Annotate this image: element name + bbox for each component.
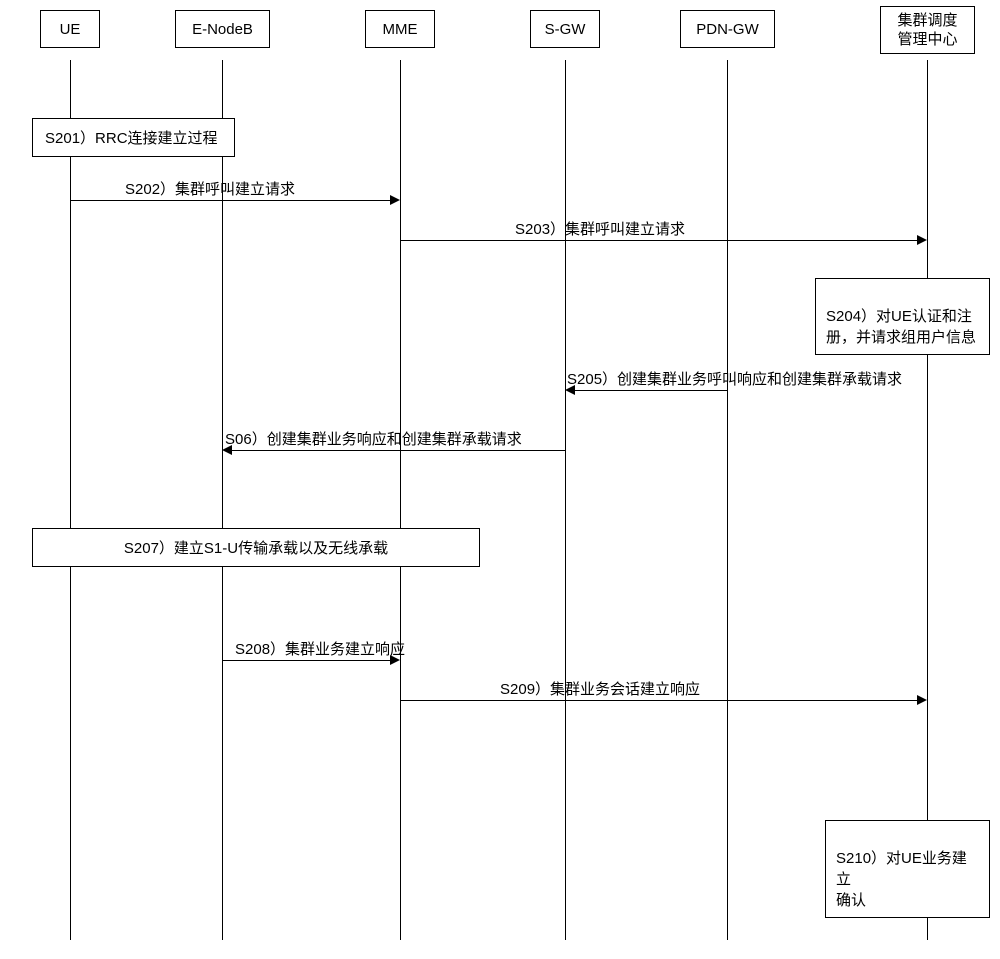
step-s206-label: S06）创建集群业务响应和创建集群承载请求 — [225, 428, 522, 449]
participant-mme: MME — [365, 10, 435, 48]
step-s210-box: S210）对UE业务建立 确认 — [825, 820, 990, 918]
participant-ue: UE — [40, 10, 100, 48]
arrow-s203 — [400, 240, 917, 241]
step-s203-label: S203）集群呼叫建立请求 — [515, 218, 685, 239]
arrow-head-s209 — [917, 695, 927, 705]
lifeline-sgw — [565, 60, 566, 940]
participant-mme-label: MME — [383, 21, 418, 38]
participant-pdngw: PDN-GW — [680, 10, 775, 48]
step-s201-box: S201）RRC连接建立过程 — [32, 118, 235, 157]
arrow-head-s203 — [917, 235, 927, 245]
arrow-head-s202 — [390, 195, 400, 205]
arrow-head-s205 — [565, 385, 575, 395]
arrow-head-s208 — [390, 655, 400, 665]
step-s208-label: S208）集群业务建立响应 — [235, 638, 405, 659]
arrow-s205 — [575, 390, 727, 391]
step-s201-label: S201）RRC连接建立过程 — [45, 130, 218, 147]
participant-sgw-label: S-GW — [545, 21, 586, 38]
participant-sgw: S-GW — [530, 10, 600, 48]
step-s210-label: S210）对UE业务建立 确认 — [836, 850, 967, 909]
step-s204-label: S204）对UE认证和注 册，并请求组用户信息 — [826, 308, 976, 346]
lifeline-ue — [70, 60, 71, 940]
participant-center: 集群调度 管理中心 — [880, 6, 975, 54]
arrow-s208 — [222, 660, 390, 661]
step-s202-label: S202）集群呼叫建立请求 — [125, 178, 295, 199]
step-s205-label: S205）创建集群业务呼叫响应和创建集群承载请求 — [567, 368, 902, 389]
step-s209-label: S209）集群业务会话建立响应 — [500, 678, 700, 699]
participant-ue-label: UE — [60, 21, 81, 38]
participant-center-label: 集群调度 管理中心 — [897, 11, 957, 50]
lifeline-center — [927, 60, 928, 940]
lifeline-mme — [400, 60, 401, 940]
arrow-s202 — [70, 200, 390, 201]
arrow-s209 — [400, 700, 917, 701]
arrow-s206 — [232, 450, 565, 451]
participant-enodeb: E-NodeB — [175, 10, 270, 48]
participant-pdngw-label: PDN-GW — [696, 21, 759, 38]
step-s207-label: S207）建立S1-U传输承载以及无线承载 — [124, 540, 388, 557]
participant-enodeb-label: E-NodeB — [192, 21, 253, 38]
step-s204-box: S204）对UE认证和注 册，并请求组用户信息 — [815, 278, 990, 355]
step-s207-box: S207）建立S1-U传输承载以及无线承载 — [32, 528, 480, 567]
arrow-head-s206 — [222, 445, 232, 455]
lifeline-pdngw — [727, 60, 728, 940]
